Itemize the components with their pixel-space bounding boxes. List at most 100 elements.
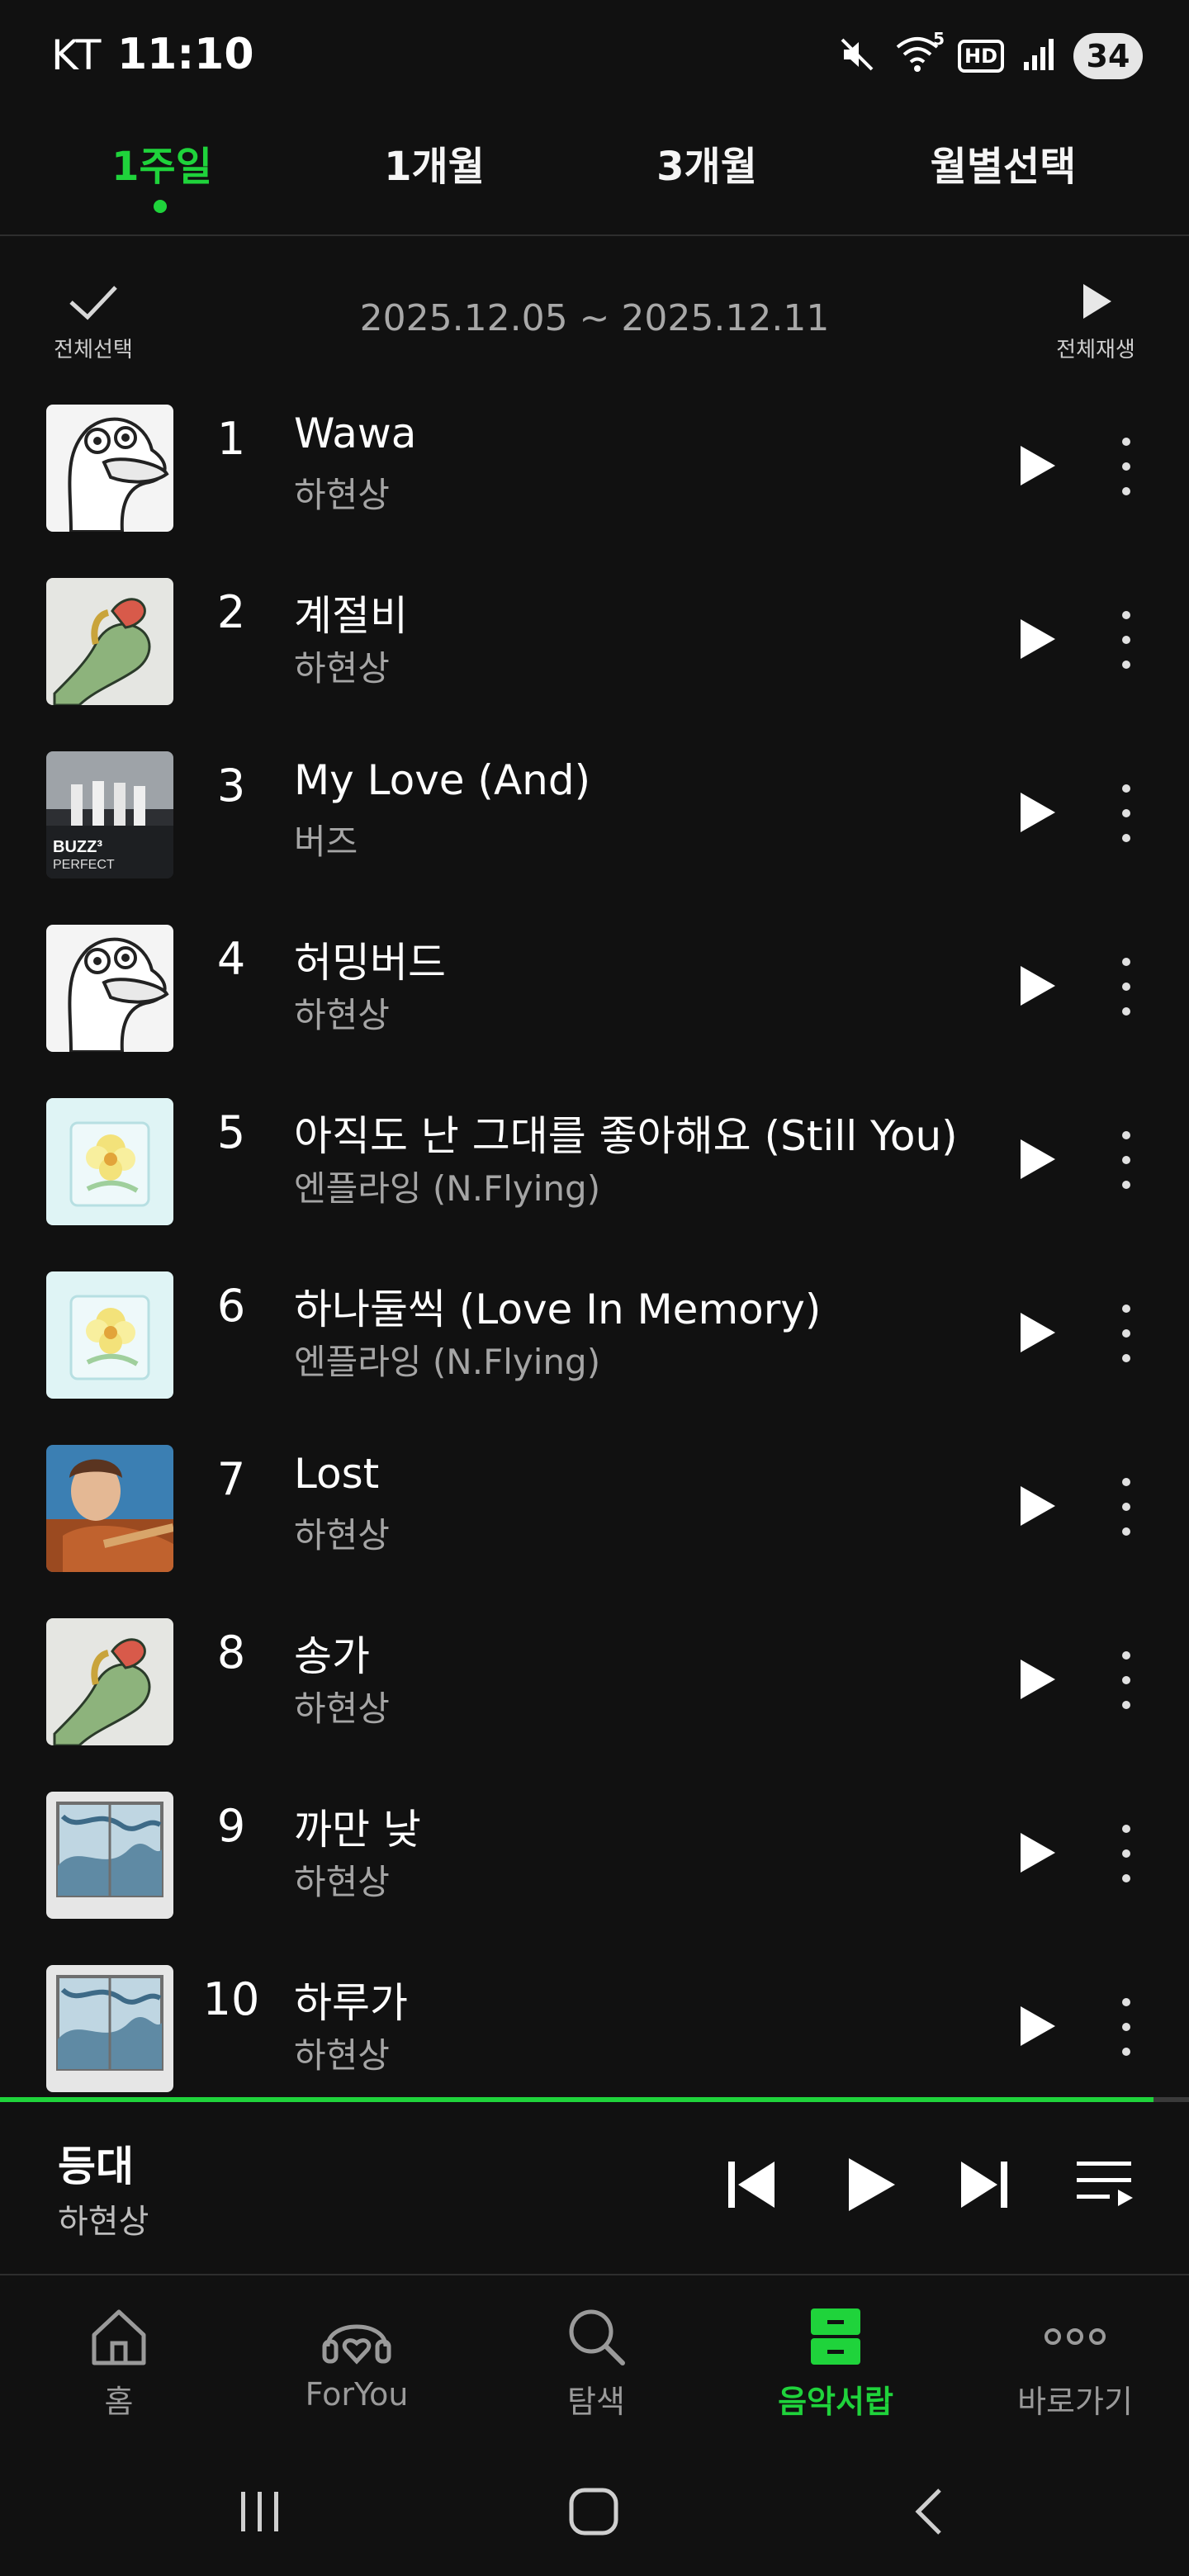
track-row[interactable]: 4 허밍버드 하현상	[0, 900, 1189, 1073]
more-dots-icon	[1045, 2328, 1106, 2345]
nav-shortcuts[interactable]: 바로가기	[984, 2304, 1166, 2422]
track-artist[interactable]: 하현상	[294, 1854, 390, 1905]
album-cover[interactable]	[46, 1098, 173, 1225]
track-row[interactable]: 7 Lost 하현상	[0, 1420, 1189, 1593]
nav-foryou-label: ForYou	[305, 2376, 409, 2413]
album-cover[interactable]	[46, 1618, 173, 1745]
album-cover[interactable]	[46, 1445, 173, 1572]
track-artist[interactable]: 하현상	[294, 641, 390, 691]
track-rank: 5	[216, 1106, 246, 1158]
album-cover[interactable]	[46, 1965, 173, 2092]
album-cover[interactable]	[46, 925, 173, 1052]
more-options-icon[interactable]	[1116, 1478, 1136, 1536]
track-artist[interactable]: 엔플라잉 (N.Flying)	[294, 1334, 600, 1385]
carrier-label: KT	[51, 31, 102, 79]
track-artist[interactable]: 엔플라잉 (N.Flying)	[294, 1161, 600, 1211]
more-options-icon[interactable]	[1116, 438, 1136, 495]
wifi-icon: 5	[895, 29, 945, 77]
more-options-icon[interactable]	[1116, 958, 1136, 1016]
track-row[interactable]: 6 하나둘씩 (Love In Memory) 엔플라잉 (N.Flying)	[0, 1247, 1189, 1420]
back-icon[interactable]	[902, 2487, 959, 2536]
more-options-icon[interactable]	[1116, 1131, 1136, 1189]
mini-player[interactable]: 등대 하현상	[0, 2102, 1189, 2275]
track-row[interactable]: 10 하루가 하현상	[0, 1940, 1189, 2114]
play-all-button[interactable]: 전체재생	[1042, 281, 1149, 363]
track-artist[interactable]: 하현상	[294, 467, 390, 518]
more-options-icon[interactable]	[1116, 1651, 1136, 1709]
track-rank: 1	[216, 413, 246, 465]
track-rank: 8	[216, 1627, 246, 1679]
more-options-icon[interactable]	[1116, 784, 1136, 842]
status-bar: KT 11:10 5 HD 34	[0, 0, 1189, 107]
album-cover[interactable]	[46, 1792, 173, 1919]
tab-1-month[interactable]: 1개월	[360, 134, 509, 192]
track-title[interactable]: 아직도 난 그대를 좋아해요 (Still You)	[294, 1103, 958, 1163]
track-artist[interactable]: 하현상	[294, 1508, 390, 1558]
track-rank: 10	[202, 1973, 260, 2025]
track-title[interactable]: Lost	[294, 1450, 379, 1498]
track-row[interactable]: 1 Wawa 하현상	[0, 380, 1189, 553]
date-range: 2025.12.05 ~ 2025.12.11	[359, 297, 830, 339]
nav-music-drawer[interactable]: 음악서랍	[745, 2304, 926, 2422]
track-title[interactable]: 계절비	[294, 583, 408, 642]
track-rank: 3	[216, 760, 246, 812]
track-row[interactable]: 9 까만 낮 하현상	[0, 1767, 1189, 1940]
track-title[interactable]: 송가	[294, 1623, 370, 1683]
nav-foryou[interactable]: ForYou	[266, 2304, 448, 2413]
track-artist[interactable]: 버즈	[294, 814, 358, 864]
album-cover[interactable]	[46, 751, 173, 878]
play-track-button[interactable]	[1017, 1309, 1059, 1356]
nav-home[interactable]: 홈	[28, 2304, 210, 2422]
track-title[interactable]: Wawa	[294, 410, 416, 457]
next-track-icon[interactable]	[951, 2152, 1017, 2218]
track-title[interactable]: My Love (And)	[294, 756, 590, 804]
home-system-icon[interactable]	[565, 2487, 623, 2536]
status-icons: 5 HD 34	[837, 29, 1143, 81]
track-row[interactable]: 3 My Love (And) 버즈	[0, 727, 1189, 900]
more-options-icon[interactable]	[1116, 1825, 1136, 1882]
previous-track-icon[interactable]	[718, 2152, 784, 2218]
track-artist[interactable]: 하현상	[294, 1681, 390, 1731]
play-track-button[interactable]	[1017, 443, 1059, 489]
more-options-icon[interactable]	[1116, 611, 1136, 669]
track-title[interactable]: 하나둘씩 (Love In Memory)	[294, 1276, 821, 1336]
play-track-button[interactable]	[1017, 963, 1059, 1009]
play-button[interactable]	[837, 2152, 903, 2218]
play-track-button[interactable]	[1017, 1830, 1059, 1876]
track-row[interactable]: 5 아직도 난 그대를 좋아해요 (Still You) 엔플라잉 (N.Fly…	[0, 1073, 1189, 1247]
play-track-button[interactable]	[1017, 1136, 1059, 1182]
now-playing-title[interactable]: 등대	[58, 2133, 134, 2193]
track-title[interactable]: 하루가	[294, 1970, 408, 2029]
recent-apps-icon[interactable]	[231, 2487, 289, 2536]
now-playing-artist[interactable]: 하현상	[58, 2195, 149, 2242]
play-track-button[interactable]	[1017, 616, 1059, 662]
battery-indicator: 34	[1073, 33, 1143, 79]
track-title[interactable]: 허밍버드	[294, 930, 446, 989]
tab-3-month[interactable]: 3개월	[632, 134, 781, 192]
track-artist[interactable]: 하현상	[294, 987, 390, 1038]
more-options-icon[interactable]	[1116, 1305, 1136, 1362]
track-rank: 6	[216, 1280, 246, 1332]
track-row[interactable]: 8 송가 하현상	[0, 1593, 1189, 1767]
nav-explore[interactable]: 탐색	[505, 2304, 687, 2422]
play-track-button[interactable]	[1017, 1483, 1059, 1529]
status-clock: 11:10	[117, 30, 254, 79]
album-cover[interactable]	[46, 1271, 173, 1399]
play-track-button[interactable]	[1017, 1656, 1059, 1702]
nav-music-drawer-label: 음악서랍	[778, 2384, 893, 2420]
mute-icon	[837, 35, 877, 78]
album-cover[interactable]	[46, 405, 173, 532]
signal-icon	[1022, 37, 1055, 75]
tab-monthly-select[interactable]: 월별선택	[908, 134, 1098, 192]
track-row[interactable]: 2 계절비 하현상	[0, 553, 1189, 727]
track-artist[interactable]: 하현상	[294, 2028, 390, 2078]
nav-home-label: 홈	[104, 2384, 134, 2420]
play-track-button[interactable]	[1017, 2003, 1059, 2049]
album-cover[interactable]	[46, 578, 173, 705]
more-options-icon[interactable]	[1116, 1998, 1136, 2056]
playlist-icon[interactable]	[1073, 2152, 1139, 2218]
tab-1-week[interactable]: 1주일	[88, 134, 236, 192]
wifi-badge: 5	[933, 29, 945, 49]
play-track-button[interactable]	[1017, 789, 1059, 836]
track-title[interactable]: 까만 낮	[294, 1797, 421, 1856]
